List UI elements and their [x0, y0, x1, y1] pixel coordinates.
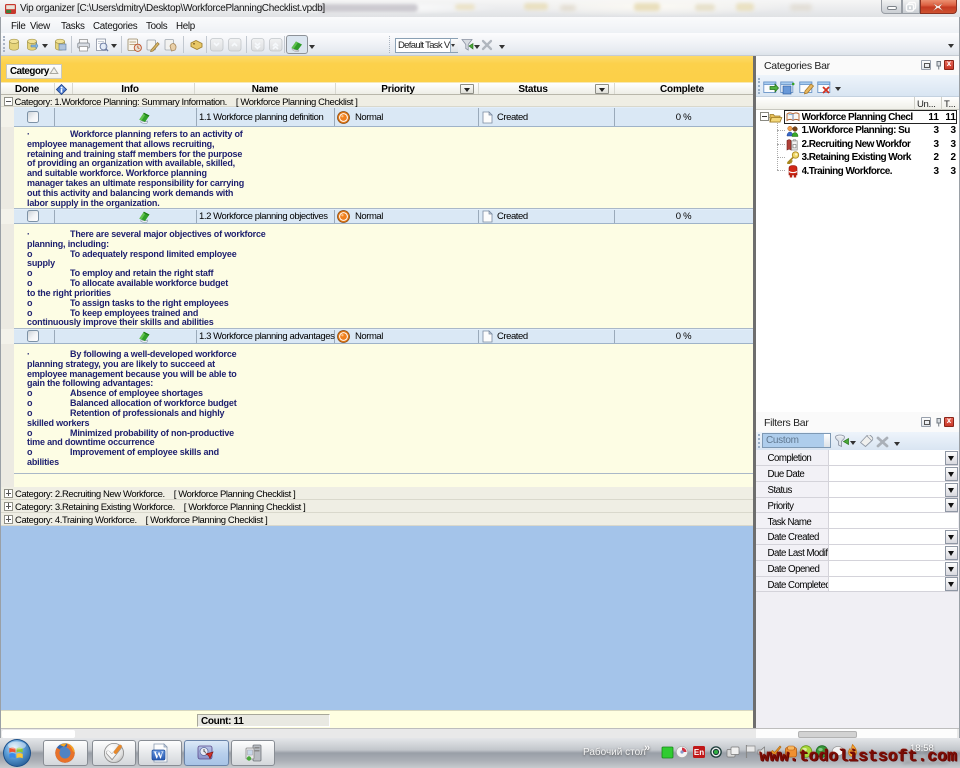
svg-text:W: W [154, 751, 164, 762]
